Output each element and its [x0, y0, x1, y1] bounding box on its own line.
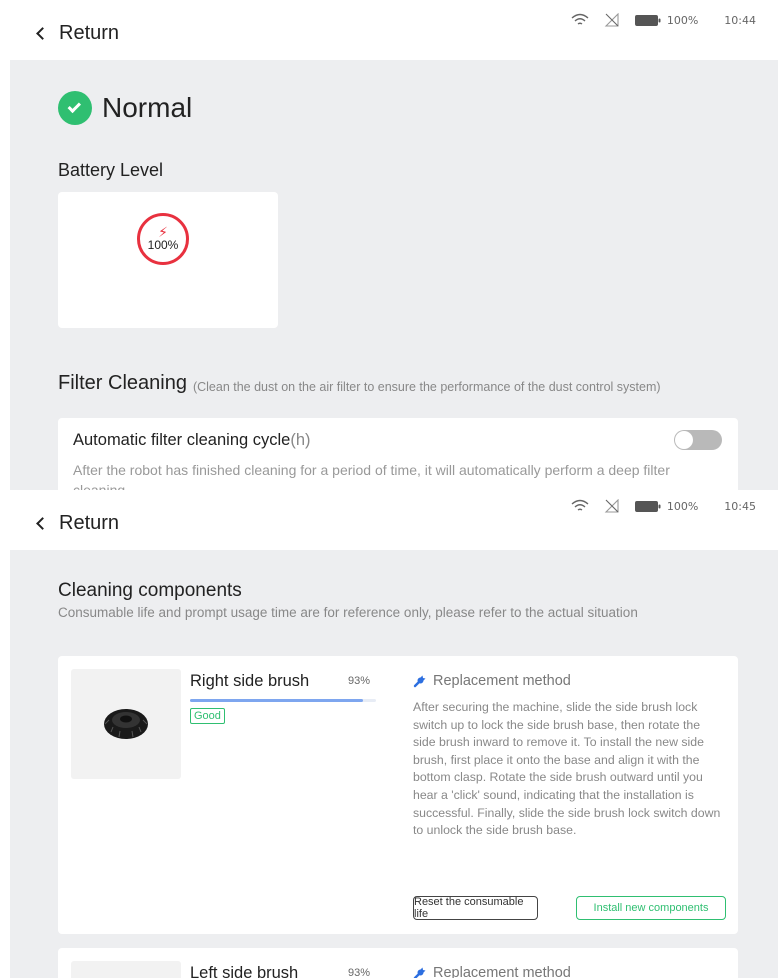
component-card-right-side-brush: Right side brush 93% Good Replacement me…	[58, 656, 738, 934]
battery-level-title: Battery Level	[58, 160, 164, 180]
no-signal-icon	[604, 13, 619, 27]
toggle-knob	[675, 431, 693, 449]
auto-filter-toggle[interactable]	[674, 430, 722, 450]
reset-consumable-life-button[interactable]: Reset the consumable life	[413, 896, 538, 920]
cleaning-components-subtitle: Consumable life and prompt usage time ar…	[58, 605, 638, 620]
top-bar: Return 100% 10:45	[0, 490, 778, 550]
component-name: Right side brush	[190, 672, 310, 690]
auto-filter-card: Automatic filter cleaning cycle(h) After…	[58, 418, 738, 490]
battery-percent: 100%	[666, 13, 699, 27]
return-button[interactable]: Return	[36, 512, 120, 535]
content-area: Normal Battery Level ⚡ 100% Filter Clean…	[10, 60, 778, 490]
auto-filter-title: Automatic filter cleaning cycle(h)	[73, 431, 311, 450]
back-chevron-icon	[36, 517, 49, 530]
lightning-bolt-icon: ⚡	[158, 224, 168, 240]
component-image	[71, 961, 181, 978]
wrench-icon	[413, 675, 426, 688]
wifi-icon	[571, 13, 589, 25]
life-progress-fill	[190, 699, 363, 702]
filter-cleaning-note: (Clean the dust on the air filter to ens…	[192, 380, 661, 394]
content-area: Cleaning components Consumable life and …	[10, 550, 778, 978]
filter-cleaning-header: Filter Cleaning (Clean the dust on the a…	[58, 372, 713, 395]
battery-icon	[634, 14, 661, 26]
replacement-method-text: After securing the machine, slide the si…	[413, 700, 721, 838]
clock: 10:45	[724, 499, 756, 513]
replacement-method-title: Replacement method	[433, 673, 571, 689]
cleaning-components-title: Cleaning components	[58, 580, 242, 601]
filter-cleaning-title: Filter Cleaning	[58, 372, 187, 394]
life-progress-bar	[190, 699, 376, 702]
wrench-icon	[413, 967, 426, 978]
replacement-method-title: Replacement method	[433, 965, 571, 978]
return-label: Return	[59, 22, 120, 44]
install-new-components-button[interactable]: Install new components	[576, 896, 726, 920]
component-name: Left side brush	[190, 964, 299, 978]
clock: 10:44	[724, 13, 756, 27]
check-circle-icon	[58, 91, 92, 125]
top-bar: Return 100% 10:44	[0, 0, 778, 60]
battery-ring: ⚡ 100%	[137, 213, 189, 265]
components-screen: Return 100% 10:45 Cleaning components Co…	[0, 490, 778, 978]
auto-filter-description: After the robot has finished cleaning fo…	[73, 462, 670, 490]
battery-icon	[634, 500, 661, 512]
no-signal-icon	[604, 499, 619, 513]
back-chevron-icon	[36, 27, 49, 40]
side-brush-image	[104, 709, 148, 739]
return-button[interactable]: Return	[36, 22, 120, 45]
status-header: Normal	[58, 91, 192, 125]
battery-card: ⚡ 100%	[58, 192, 278, 328]
replacement-method-header: Replacement method	[413, 965, 571, 978]
auto-filter-title-text: Automatic filter cleaning cycle	[73, 431, 291, 449]
status-bar: 100% 10:45	[571, 499, 756, 513]
auto-filter-unit: (h)	[290, 431, 311, 449]
return-label: Return	[59, 512, 120, 534]
component-image	[71, 669, 181, 779]
battery-screen: Return 100% 10:44 Normal Battery Level ⚡…	[0, 0, 778, 490]
component-life-percent: 93%	[348, 675, 371, 687]
status-bar: 100% 10:44	[571, 13, 756, 27]
component-life-percent: 93%	[348, 967, 371, 978]
replacement-method-header: Replacement method	[413, 673, 571, 689]
wifi-icon	[571, 499, 589, 511]
battery-percent: 100%	[666, 499, 699, 513]
battery-value: 100%	[147, 238, 179, 252]
status-badge: Good	[190, 708, 225, 724]
component-card-left-side-brush: Left side brush 93% Replacement method	[58, 948, 738, 978]
status-title: Normal	[102, 92, 193, 123]
